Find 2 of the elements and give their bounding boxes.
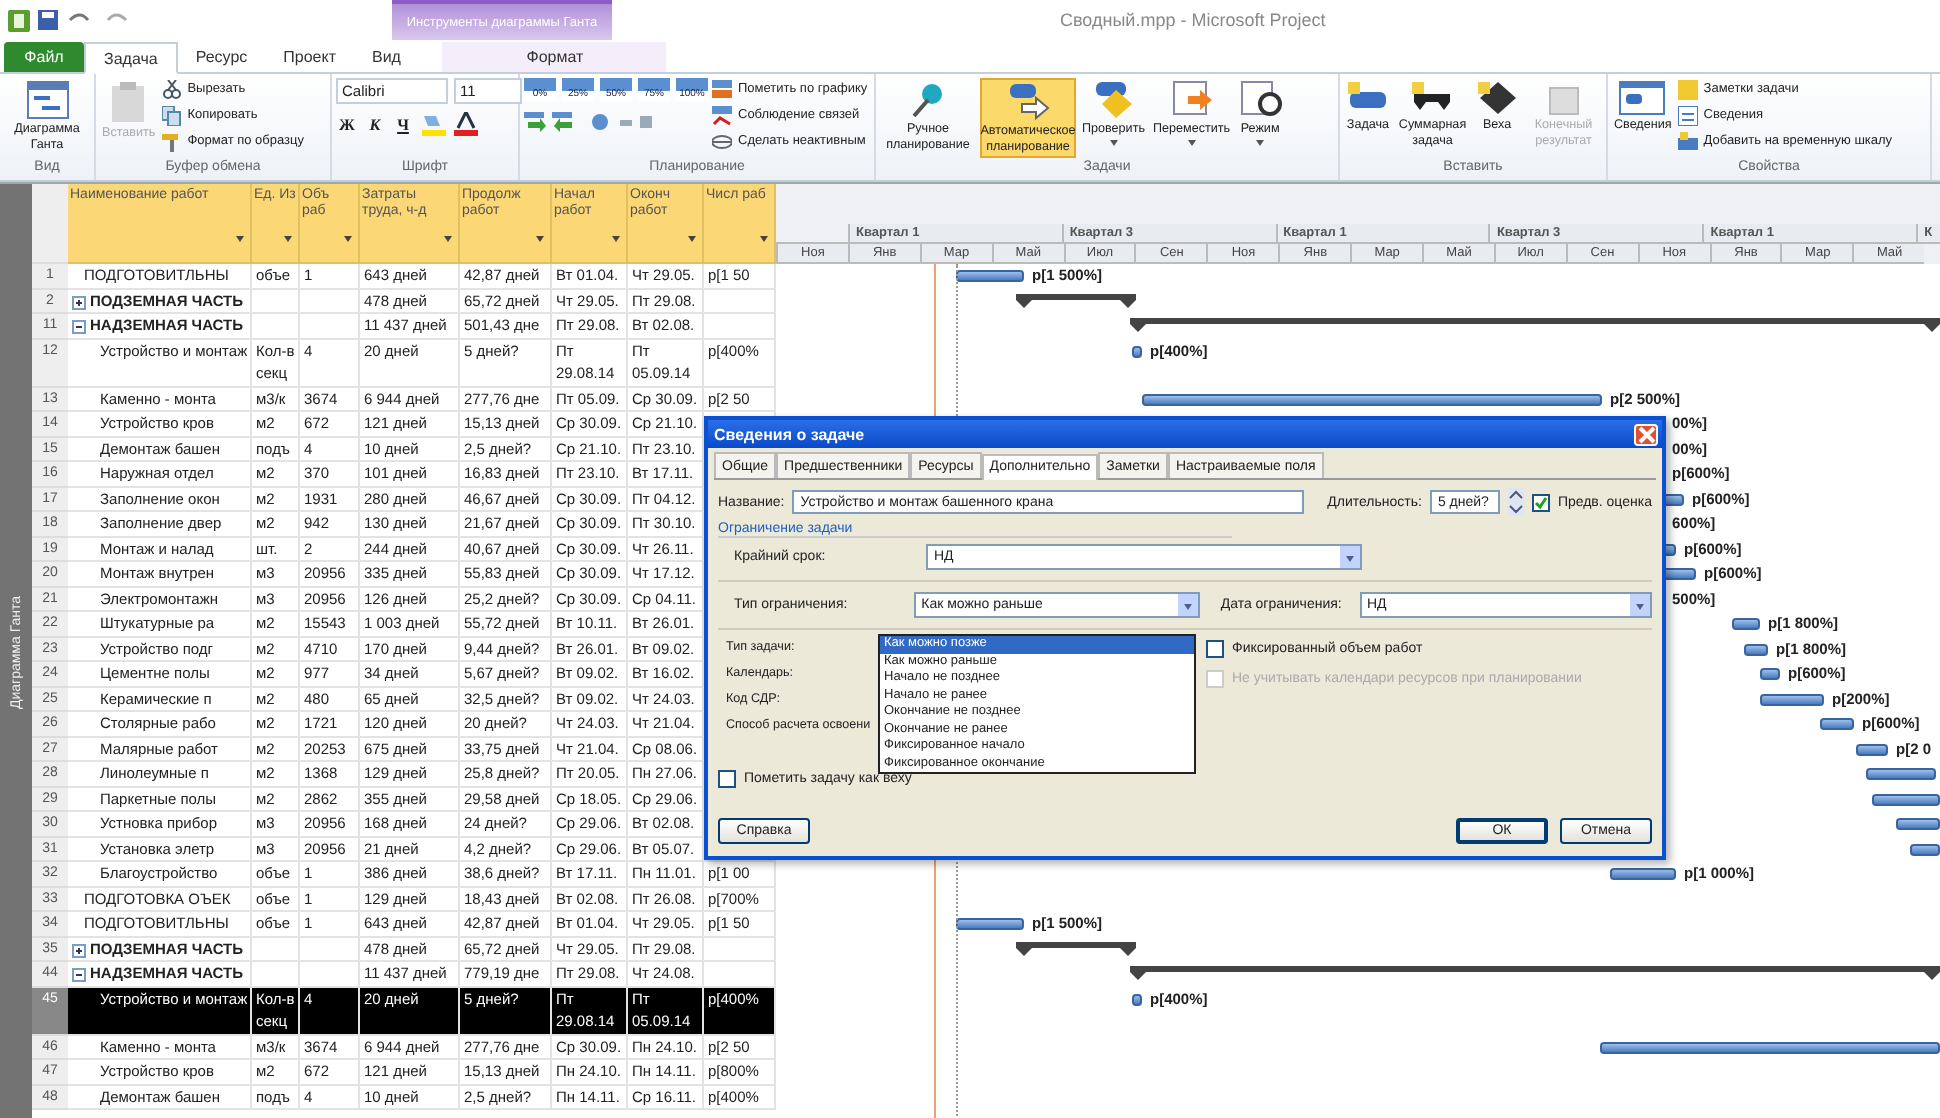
window-title: Сводный.mpp - Microsoft Project [1060,10,1326,30]
dialog-title: Сведения о задаче [714,425,865,443]
